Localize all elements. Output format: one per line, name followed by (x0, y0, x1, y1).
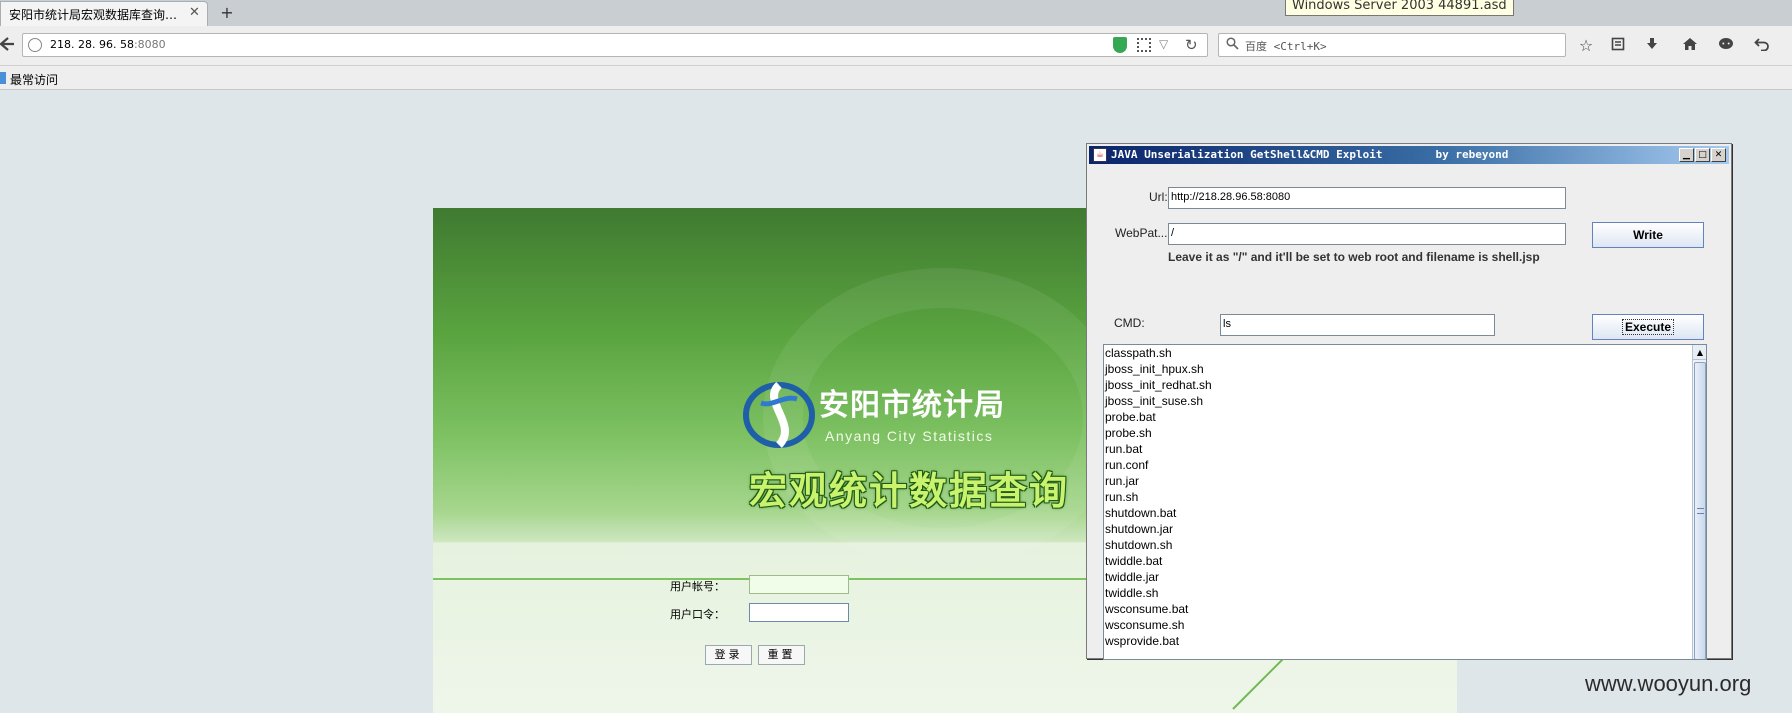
reading-list-icon[interactable] (1606, 34, 1630, 58)
url-field[interactable]: http://218.28.96.58:8080 (1168, 187, 1566, 209)
globe-icon (28, 38, 42, 52)
tab-title: 安阳市统计局宏观数据库查询… (9, 8, 178, 22)
output-line: jboss_init_redhat.sh (1105, 378, 1212, 392)
browser-tab[interactable]: 安阳市统计局宏观数据库查询… ✕ (0, 1, 208, 26)
output-line: twiddle.bat (1105, 554, 1163, 568)
watermark: www.wooyun.org (1585, 671, 1752, 696)
exploit-dialog: ☕ JAVA Unserialization GetShell&CMD Expl… (1086, 143, 1732, 660)
output-list: classpath.sh jboss_init_hpux.sh jboss_init… (1104, 345, 1706, 649)
write-button-label: Write (1633, 228, 1663, 242)
scrollbar-thumb[interactable] (1694, 362, 1706, 659)
reload-icon[interactable]: ↻ (1185, 36, 1198, 54)
scrollbar-grip (1697, 508, 1704, 514)
execute-button[interactable]: Execute (1592, 314, 1704, 340)
bookmark-most-visited[interactable]: 最常访问 (10, 71, 58, 88)
dialog-titlebar[interactable]: ☕ JAVA Unserialization GetShell&CMD Expl… (1089, 146, 1729, 164)
reset-button[interactable]: 重置 (758, 645, 805, 665)
webpath-field[interactable]: / (1168, 223, 1566, 245)
navigation-bar: 218. 28. 96. 58:8080 ▽ ↻ 百度 <Ctrl+K> ☆ (0, 26, 1792, 66)
output-line: jboss_init_suse.sh (1105, 394, 1204, 408)
scroll-up-icon[interactable]: ▲ (1693, 345, 1706, 360)
username-input[interactable] (749, 575, 849, 594)
output-line: twiddle.sh (1105, 586, 1159, 600)
output-line: wsprovide.bat (1105, 634, 1180, 648)
qr-code-icon[interactable] (1137, 38, 1151, 52)
output-line: run.sh (1105, 490, 1139, 504)
output-line: run.conf (1105, 458, 1149, 472)
bookmark-folder-icon (0, 72, 6, 84)
username-label: 用户帐号： (670, 580, 725, 593)
webpath-label: WebPat... (1115, 226, 1168, 240)
search-placeholder: 百度 <Ctrl+K> (1245, 40, 1327, 53)
url-host: 218. 28. 96. 58 (50, 38, 134, 51)
logo-icon (743, 382, 815, 448)
output-line: jboss_init_hpux.sh (1105, 362, 1204, 376)
output-line: twiddle.jar (1105, 570, 1160, 584)
java-app-icon: ☕ (1093, 148, 1107, 162)
download-icon[interactable] (1640, 34, 1664, 58)
tab-bar: 安阳市统计局宏观数据库查询… ✕ + Windows Server 2003 4… (0, 0, 1792, 26)
login-button[interactable]: 登录 (705, 645, 752, 665)
logo-english-name: Anyang City Statistics (825, 428, 994, 444)
cmd-label: CMD: (1114, 316, 1145, 330)
back-arrow-icon[interactable] (0, 34, 18, 56)
dropdown-caret-icon[interactable]: ▽ (1159, 37, 1168, 51)
system-title: 宏观统计数据查询 (749, 469, 1070, 513)
output-line: run.bat (1105, 442, 1143, 456)
output-line: run.jar (1105, 474, 1140, 488)
logo-chinese-name: 安阳市统计局 (819, 388, 1005, 423)
output-line: probe.sh (1105, 426, 1152, 440)
address-bar[interactable]: 218. 28. 96. 58:8080 ▽ ↻ (22, 33, 1208, 57)
output-line: classpath.sh (1105, 346, 1172, 360)
search-icon (1226, 37, 1239, 54)
url-label: Url: (1149, 190, 1168, 204)
shield-icon[interactable] (1113, 37, 1127, 53)
home-icon[interactable] (1678, 34, 1702, 58)
password-label: 用户口令： (670, 608, 725, 621)
undo-icon[interactable] (1750, 34, 1774, 58)
tooltip: Windows Server 2003 44891.asd (1285, 0, 1514, 16)
output-line: shutdown.bat (1105, 506, 1177, 520)
url-port: :8080 (133, 38, 166, 51)
address-text: 218. 28. 96. 58:8080 (50, 38, 166, 51)
maximize-icon[interactable]: □ (1695, 148, 1710, 162)
bookmark-star-icon[interactable]: ☆ (1574, 34, 1598, 58)
output-scrollbar[interactable]: ▲ (1692, 345, 1706, 659)
bookmarks-bar: 最常访问 (0, 66, 1792, 90)
output-line: shutdown.sh (1105, 538, 1173, 552)
command-output[interactable]: classpath.sh jboss_init_hpux.sh jboss_init… (1103, 344, 1707, 660)
dialog-title: JAVA Unserialization GetShell&CMD Exploi… (1111, 148, 1509, 161)
search-box[interactable]: 百度 <Ctrl+K> (1218, 33, 1566, 57)
password-input[interactable] (749, 603, 849, 622)
write-button[interactable]: Write (1592, 222, 1704, 248)
execute-button-label: Execute (1621, 319, 1675, 335)
output-line: wsconsume.bat (1105, 602, 1189, 616)
close-icon[interactable]: ✕ (1711, 148, 1726, 162)
cmd-field[interactable]: ls (1220, 314, 1495, 336)
webpath-hint: Leave it as "/" and it'll be set to web … (1168, 250, 1540, 264)
output-line: shutdown.jar (1105, 522, 1174, 536)
output-line: wsconsume.sh (1105, 618, 1185, 632)
minimize-icon[interactable]: ▁ (1679, 148, 1694, 162)
close-tab-icon[interactable]: ✕ (189, 5, 200, 20)
chat-icon[interactable] (1714, 34, 1738, 58)
new-tab-button[interactable]: + (216, 3, 238, 23)
output-line: probe.bat (1105, 410, 1156, 424)
